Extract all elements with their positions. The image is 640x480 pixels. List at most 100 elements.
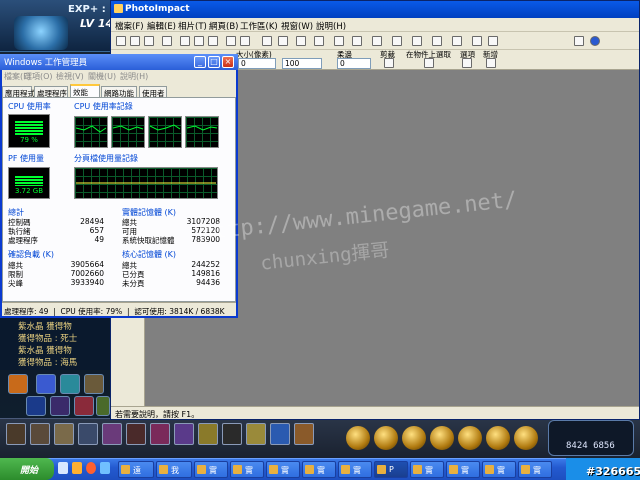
tm-menu-view[interactable]: 檢視(V) [56, 71, 84, 82]
taskbar-button-active[interactable]: P [374, 461, 408, 478]
options-icon[interactable] [462, 58, 472, 68]
quick-launch-icon[interactable] [58, 462, 68, 474]
hotbar-slot[interactable] [6, 423, 26, 445]
tab-processes[interactable]: 處理程序 [34, 86, 68, 98]
skill-icon[interactable] [26, 396, 46, 416]
tab-networking[interactable]: 網路功能 [101, 86, 137, 98]
taskbar-button[interactable]: 實 [482, 461, 516, 478]
brush-icon[interactable] [334, 36, 344, 46]
hotbar-slot[interactable] [30, 423, 50, 445]
system-cache-label: 系統快取記憶體 [122, 236, 175, 245]
redo-icon[interactable] [240, 36, 250, 46]
grid-icon[interactable] [488, 36, 498, 46]
print-icon[interactable] [162, 36, 172, 46]
height-field[interactable]: 100 [282, 58, 322, 69]
hotbar-slot[interactable] [150, 423, 170, 445]
taskbar-button[interactable]: 實 [518, 461, 552, 478]
taskbar-button[interactable]: 實 [338, 461, 372, 478]
taskbar-button[interactable]: 實 [266, 461, 300, 478]
select-on-object-icon[interactable] [424, 58, 434, 68]
help-icon[interactable] [590, 36, 600, 46]
taskbar-button[interactable]: 實 [446, 461, 480, 478]
menu-web[interactable]: 網頁(B) [209, 20, 238, 32]
menu-orb[interactable] [374, 426, 398, 450]
web-icon[interactable] [412, 36, 422, 46]
menu-orb[interactable] [346, 426, 370, 450]
hotbar-slot[interactable] [246, 423, 266, 445]
menu-edit[interactable]: 編輯(E) [147, 20, 176, 32]
menu-orb[interactable] [486, 426, 510, 450]
menu-orb[interactable] [430, 426, 454, 450]
cut-icon[interactable] [180, 36, 190, 46]
hotbar-slot[interactable] [78, 423, 98, 445]
add-icon[interactable] [486, 58, 496, 68]
menu-photo[interactable]: 相片(T) [178, 20, 207, 32]
skill-icon[interactable] [8, 374, 28, 394]
taskbar-button[interactable]: 實 [194, 461, 228, 478]
hotbar-slot[interactable] [222, 423, 242, 445]
width-field[interactable]: 0 [238, 58, 276, 69]
skill-icon[interactable] [96, 396, 110, 416]
save-icon[interactable] [144, 36, 154, 46]
mail-icon[interactable] [452, 36, 462, 46]
hotbar-slot[interactable] [294, 423, 314, 445]
image-icon[interactable] [372, 36, 382, 46]
paste-icon[interactable] [208, 36, 218, 46]
menu-orb[interactable] [514, 426, 538, 450]
taskbar-button[interactable]: 實 [302, 461, 336, 478]
skill-icon[interactable] [74, 396, 94, 416]
chart-icon[interactable] [472, 36, 482, 46]
soft-edge-field[interactable]: 0 [337, 58, 371, 69]
maximize-icon[interactable]: □ [208, 56, 220, 68]
tm-menu-help[interactable]: 說明(H) [120, 71, 148, 82]
menu-orb[interactable] [402, 426, 426, 450]
start-button[interactable]: 開始 [0, 458, 54, 480]
skill-icon[interactable] [84, 374, 104, 394]
undo-icon[interactable] [226, 36, 236, 46]
hotbar-slot[interactable] [54, 423, 74, 445]
tab-users[interactable]: 使用者 [139, 86, 167, 98]
hotbar-slot[interactable] [174, 423, 194, 445]
skill-icon[interactable] [50, 396, 70, 416]
minimize-icon[interactable]: _ [194, 56, 206, 68]
skill-icon[interactable] [60, 374, 80, 394]
menu-window[interactable]: 視窗(W) [281, 20, 313, 32]
menu-help[interactable]: 說明(H) [316, 20, 346, 32]
menu-workspace[interactable]: 工作區(K) [240, 20, 278, 32]
hotbar-slot[interactable] [102, 423, 122, 445]
crop-tool-icon[interactable] [384, 58, 394, 68]
close-icon[interactable]: × [222, 56, 234, 68]
video-icon[interactable] [432, 36, 442, 46]
tm-menu-shutdown[interactable]: 關機(U) [88, 71, 116, 82]
crop-icon[interactable] [278, 36, 288, 46]
copy-icon[interactable] [194, 36, 204, 46]
open-icon[interactable] [130, 36, 140, 46]
tm-menu-options[interactable]: 選項(O) [24, 71, 53, 82]
taskbar-button[interactable]: 實 [410, 461, 444, 478]
layer-icon[interactable] [352, 36, 362, 46]
quick-launch-icon[interactable] [72, 462, 82, 474]
menu-file[interactable]: 檔案(F) [115, 20, 144, 32]
skill-icon[interactable] [36, 374, 56, 394]
tab-performance[interactable]: 效能 [70, 84, 100, 98]
minimize-palette-icon[interactable] [574, 36, 584, 46]
quick-launch-icon[interactable] [100, 462, 110, 474]
hotbar-slot[interactable] [270, 423, 290, 445]
character-avatar [14, 16, 68, 50]
zoom-icon[interactable] [262, 36, 272, 46]
quick-launch-icon[interactable] [86, 462, 96, 474]
hotbar-slot[interactable] [126, 423, 146, 445]
taskbar-button[interactable]: 我 [156, 461, 192, 478]
menu-orb[interactable] [458, 426, 482, 450]
scan-icon[interactable] [392, 36, 402, 46]
tab-applications[interactable]: 應用程式 [2, 86, 35, 98]
photoimpact-title-bar[interactable]: PhotoImpact [111, 1, 639, 18]
commit-total-value: 3905664 [70, 260, 104, 269]
hotbar-slot[interactable] [198, 423, 218, 445]
refresh-icon[interactable] [314, 36, 324, 46]
rotate-icon[interactable] [296, 36, 306, 46]
taskbar-button[interactable]: 實 [230, 461, 264, 478]
new-file-icon[interactable] [116, 36, 126, 46]
taskbar-button[interactable]: 遠 [118, 461, 154, 478]
commit-charge-title: 確認負載 (K) [8, 250, 55, 259]
